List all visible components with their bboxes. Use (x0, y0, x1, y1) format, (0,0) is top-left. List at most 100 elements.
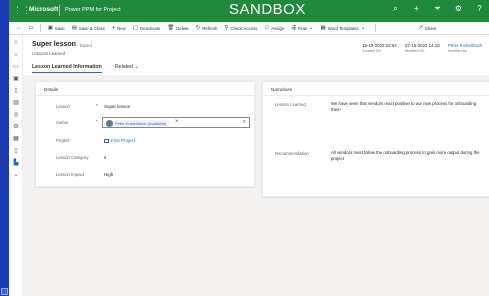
app-window: ⋮⋮ Microsoft Power PPM for Project SANDB… (9, 0, 489, 296)
created-on-value: 18-10-2022 23:54 (362, 43, 397, 48)
document-icon[interactable]: ▯ (12, 147, 20, 155)
tab-related[interactable]: Related ⌄ (115, 64, 139, 70)
flow-icon: ⇶ (291, 25, 296, 31)
header-field-modified-on: 27-10-2022 14:10 Modified On (405, 43, 440, 53)
deactivate-button[interactable]: ▢ Deactivate (133, 25, 161, 31)
save-label: Save (54, 25, 65, 31)
deactivate-label: Deactivate (139, 25, 161, 31)
popout-icon: ▭ (28, 25, 34, 31)
field-row-author: Author * Peter Kosterlitsch (Available) … (36, 116, 254, 130)
record-title: Super lesson (32, 41, 76, 48)
header-field-modified-by: Peter Kosterlitsch Modified By (448, 43, 482, 53)
refresh-icon: ↻ (195, 25, 201, 31)
delete-button[interactable]: 🗑 Delete (167, 25, 188, 31)
refresh-label: Refresh (202, 25, 218, 31)
narratives-title: Narratives (271, 87, 292, 92)
help-icon[interactable]: ? (474, 4, 485, 14)
top-bar: ⋮⋮ Microsoft Power PPM for Project SANDB… (9, 0, 489, 22)
search-icon[interactable]: ⌕ (243, 119, 246, 126)
filter-icon[interactable]: ⏷ (432, 4, 443, 14)
author-lookup-field[interactable]: Peter Kosterlitsch (Available) × ⌕ (102, 117, 250, 128)
field-label: Lesson Category (56, 155, 89, 160)
lesson-learned-textarea[interactable]: We have seen that vendors react positive… (331, 101, 481, 113)
modified-by-value[interactable]: Peter Kosterlitsch (448, 43, 482, 48)
share-button[interactable]: ↗ Share (418, 25, 436, 31)
record-header: Super lesson - Saved Lessons Learned 18-… (23, 35, 489, 75)
field-label: Lesson Impact (56, 172, 84, 177)
field-row-lesson: Lesson * Super lesson (36, 100, 254, 114)
save-status: - Saved (77, 42, 92, 48)
home-icon[interactable]: ⌂ (12, 51, 20, 59)
add-icon[interactable]: + (411, 4, 422, 14)
share-icon: ↗ (418, 25, 423, 31)
field-row-lesson-category: Lesson Category it (36, 151, 254, 165)
tab-related-label: Related (115, 64, 133, 70)
word-templates-label: Word Templates (327, 25, 359, 31)
command-divider (375, 24, 377, 32)
back-button[interactable]: ← (16, 25, 22, 31)
entity-name: Lessons Learned (32, 51, 65, 56)
chevron-down-icon: ⌄ (134, 64, 139, 70)
brand-name: Microsoft (29, 6, 59, 13)
avatar (106, 119, 113, 127)
header-field-created-on: 18-10-2022 23:54 Created On (362, 43, 397, 53)
check-access-icon: ⚲ (224, 25, 229, 31)
delete-label: Delete (176, 25, 189, 31)
search-icon[interactable]: ⌕ (390, 4, 401, 14)
narratives-section: Narratives Lesson Learned We have seen t… (262, 81, 489, 197)
assign-label: Assign (271, 25, 285, 31)
modified-on-value: 27-10-2022 14:10 (405, 43, 440, 48)
chevron-down-icon: ⌄ (308, 25, 314, 31)
delete-icon: 🗑 (167, 25, 175, 31)
record-tabs: Lesson Learned Information Related ⌄ (23, 62, 489, 75)
popout-button[interactable]: ▭ (29, 25, 34, 31)
briefcase-icon[interactable]: ▭ (12, 63, 20, 71)
project-lookup-value[interactable]: First Project (104, 138, 135, 143)
gear-icon[interactable]: ⚙ (12, 123, 20, 131)
word-templates-icon: ▦ (320, 25, 326, 31)
app-name[interactable]: Power PPM for Project (65, 7, 121, 13)
app-launcher-icon[interactable]: ⋮⋮ (13, 5, 31, 15)
chevron-down-icon: ⌄ (360, 25, 366, 31)
flow-label: Flow (297, 25, 307, 31)
field-row-lesson-impact: Lesson Impact High (36, 168, 254, 182)
save-button[interactable]: ▣ Save (48, 25, 65, 31)
refresh-button[interactable]: ↻ Refresh (196, 25, 218, 31)
project-name: First Project (111, 138, 136, 143)
lesson-input[interactable]: Super lesson (104, 104, 130, 109)
lesson-impact-select[interactable]: High (104, 172, 113, 177)
check-access-button[interactable]: ⚲ Check Access (224, 25, 257, 31)
lightbulb-icon[interactable]: ◎ (12, 111, 20, 119)
lesson-category-select[interactable]: it (104, 155, 106, 160)
author-chip[interactable]: Peter Kosterlitsch (Available) (106, 119, 170, 127)
report-icon[interactable]: ▤ (12, 99, 20, 107)
chevron-down-icon[interactable]: ⌄ (12, 171, 20, 179)
details-title: Details (44, 87, 59, 92)
remove-icon[interactable]: × (175, 119, 179, 125)
calendar-icon[interactable]: ▦ (12, 135, 20, 143)
assign-button[interactable]: ⚇ Assign (264, 25, 284, 31)
save-close-icon: ▤ (71, 25, 77, 31)
word-templates-button[interactable]: ▦ Word Templates ⌄ (321, 25, 366, 31)
save-icon: ▣ (47, 25, 53, 31)
left-navigation: ☆ ⌂ ▭ ▣ ▯ ▤ ◎ ⚙ ▦ ▯ ▙ ⌄ (9, 35, 23, 296)
settings-icon[interactable]: ⚙ (453, 4, 464, 14)
inbox-icon[interactable]: ▣ (12, 75, 20, 83)
new-button[interactable]: + New (112, 25, 126, 31)
top-bar-divider (59, 5, 60, 16)
flow-button[interactable]: ⇶ Flow ⌄ (291, 25, 313, 31)
required-indicator: * (96, 103, 98, 108)
lessons-learned-icon[interactable]: ▙ (12, 159, 20, 167)
created-on-label: Created On (362, 49, 381, 53)
field-label: Project (56, 138, 70, 143)
field-label: Author (56, 120, 69, 125)
modified-on-label: Modified On (405, 49, 425, 53)
taskbar-button[interactable] (1, 288, 8, 295)
save-close-label: Save & Close (78, 25, 105, 31)
recommendation-textarea[interactable]: All vendors must follow the onboarding p… (331, 150, 481, 162)
tab-lesson-learned-information[interactable]: Lesson Learned Information (32, 64, 102, 73)
star-icon[interactable]: ☆ (12, 39, 20, 47)
document-icon[interactable]: ▯ (12, 87, 20, 95)
save-close-button[interactable]: ▤ Save & Close (72, 25, 105, 31)
deactivate-icon: ▢ (132, 25, 138, 31)
